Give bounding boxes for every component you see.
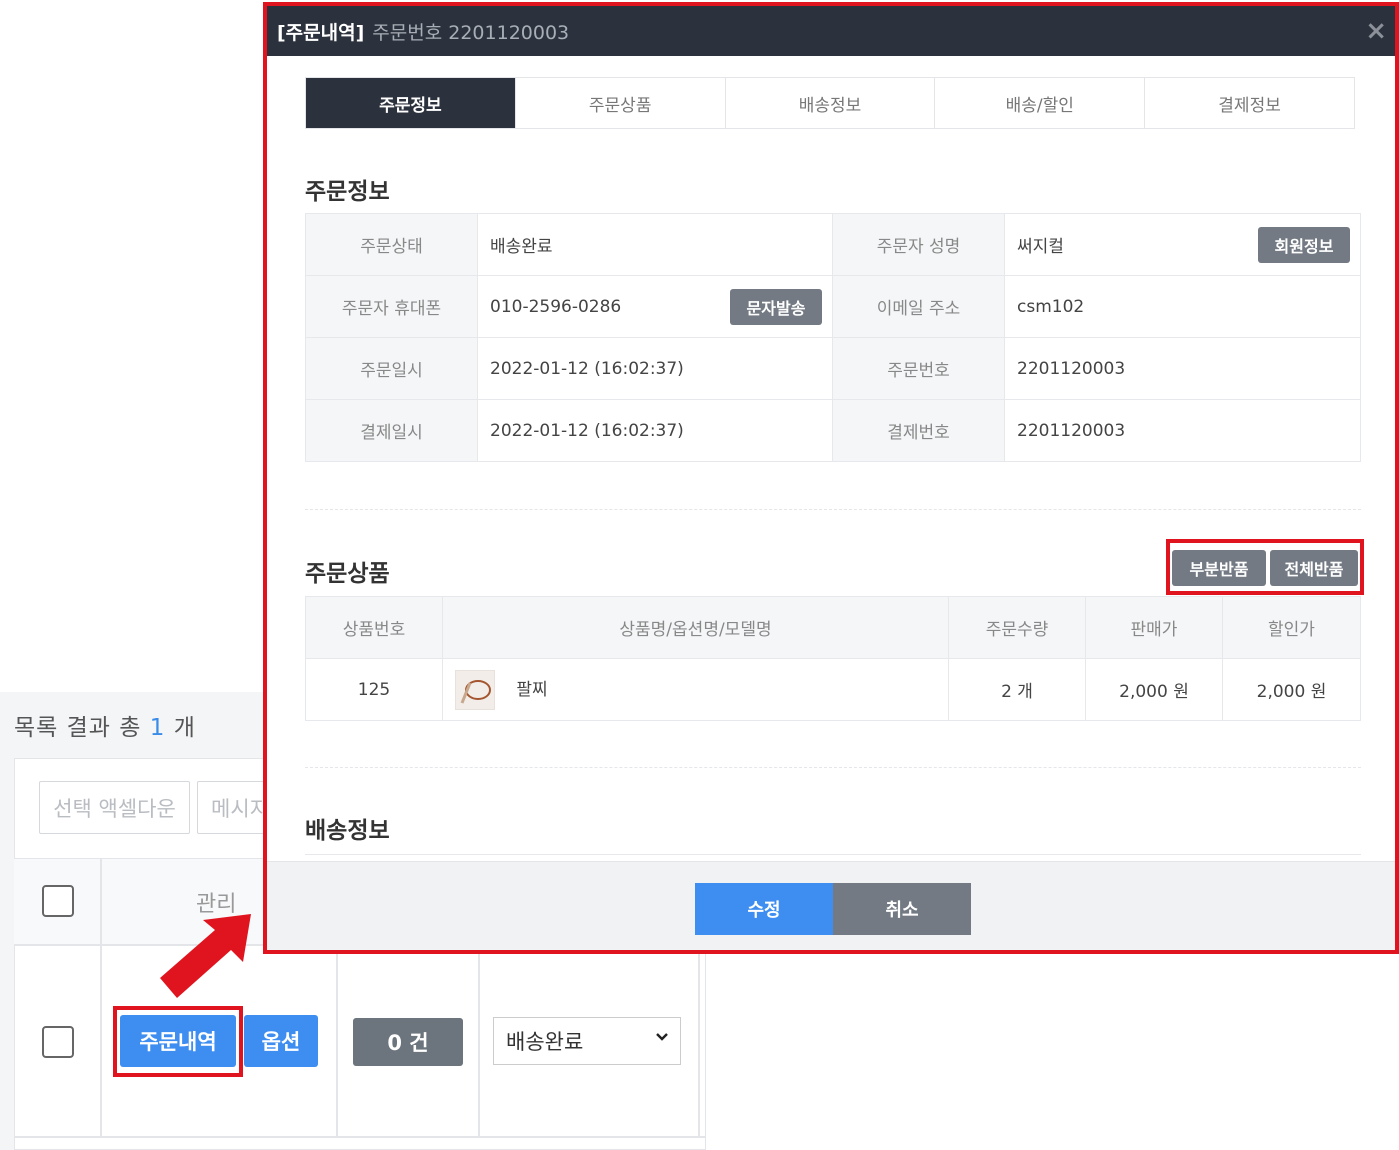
row-checkbox[interactable] <box>42 1026 74 1058</box>
product-thumbnail[interactable] <box>455 669 495 710</box>
modal-header: [주문내역] 주문번호 2201120003 × <box>267 6 1395 56</box>
highlight-return-buttons <box>1166 539 1364 595</box>
orderer-phone-label: 주문자 휴대폰 <box>305 275 478 338</box>
order-detail-modal: [주문내역] 주문번호 2201120003 × 주문정보 주문상품 배송정보 … <box>263 2 1399 954</box>
table-row: 주문상태 배송완료 주문자 성명 써지컬 회원정보 <box>305 213 1361 276</box>
tab-order-info[interactable]: 주문정보 <box>306 78 516 128</box>
result-count-value: 1 <box>149 715 166 741</box>
order-info-table: 주문상태 배송완료 주문자 성명 써지컬 회원정보 주문자 휴대폰 010-25… <box>305 213 1361 462</box>
row-divider <box>14 1136 706 1138</box>
product-name: 팔찌 <box>516 679 548 700</box>
payment-number-value: 2201120003 <box>1004 399 1361 462</box>
table-header-row: 상품번호 상품명/옵션명/모델명 주문수량 판매가 할인가 <box>305 596 1361 659</box>
modal-title: [주문내역] <box>277 21 365 44</box>
order-date-value: 2022-01-12 (16:02:37) <box>477 337 833 400</box>
column-header: 판매가 <box>1085 596 1223 659</box>
select-all-checkbox[interactable] <box>42 885 74 917</box>
product-discount-price: 2,000 원 <box>1222 658 1361 721</box>
table-row: 주문자 휴대폰 010-2596-0286 문자발송 이메일 주소 csm102 <box>305 275 1361 338</box>
shipping-info-title: 배송정보 <box>305 818 390 844</box>
column-divider <box>100 858 102 1138</box>
send-sms-button[interactable]: 문자발송 <box>730 289 822 325</box>
column-header: 상품명/옵션명/모델명 <box>442 596 949 659</box>
column-header: 할인가 <box>1222 596 1361 659</box>
order-status-label: 주문상태 <box>305 213 478 276</box>
product-quantity: 2 개 <box>948 658 1086 721</box>
column-divider <box>698 946 700 1138</box>
section-divider <box>305 509 1361 510</box>
close-icon[interactable]: × <box>1365 16 1387 46</box>
excel-download-button[interactable]: 선택 액셀다운 <box>39 781 190 834</box>
order-number-value: 2201120003 <box>1004 337 1361 400</box>
order-products-title: 주문상품 <box>305 561 390 587</box>
status-select-value: 배송완료 <box>506 1030 584 1054</box>
modal-tabs: 주문정보 주문상품 배송정보 배송/할인 결제정보 <box>305 77 1355 129</box>
status-select[interactable]: 배송완료 <box>493 1017 681 1065</box>
orderer-name-cell: 써지컬 회원정보 <box>1004 213 1361 276</box>
table-row: 125 팔찌 2 개 2,000 원 2,000 원 <box>305 658 1361 721</box>
payment-date-value: 2022-01-12 (16:02:37) <box>477 399 833 462</box>
orderer-phone-value: 010-2596-0286 <box>490 296 622 317</box>
annotation-arrow-icon <box>160 914 251 998</box>
tab-shipping-discount[interactable]: 배송/할인 <box>935 78 1146 128</box>
option-button[interactable]: 옵션 <box>244 1015 318 1067</box>
payment-number-label: 결제번호 <box>832 399 1005 462</box>
column-divider <box>478 946 480 1138</box>
order-info-title: 주문정보 <box>305 179 390 205</box>
result-count: 목록 결과 총 1 개 <box>14 708 196 742</box>
orderer-phone-cell: 010-2596-0286 문자발송 <box>477 275 833 338</box>
column-header: 상품번호 <box>305 596 443 659</box>
tab-order-products[interactable]: 주문상품 <box>515 78 726 128</box>
tab-shipping-info[interactable]: 배송정보 <box>725 78 936 128</box>
section-divider <box>305 767 1361 768</box>
order-status-value: 배송완료 <box>477 213 833 276</box>
cancel-button[interactable]: 취소 <box>833 883 971 935</box>
highlight-order-button <box>113 1006 243 1077</box>
member-info-button[interactable]: 회원정보 <box>1258 227 1350 263</box>
result-count-suffix: 개 <box>173 715 196 741</box>
chevron-down-icon <box>654 1028 670 1049</box>
orderer-name-value: 써지컬 <box>1017 237 1064 257</box>
product-number: 125 <box>305 658 443 721</box>
payment-date-label: 결제일시 <box>305 399 478 462</box>
table-row: 주문일시 2022-01-12 (16:02:37) 주문번호 22011200… <box>305 337 1361 400</box>
count-badge-button[interactable]: 0 건 <box>353 1018 463 1066</box>
order-number-label: 주문번호 <box>832 337 1005 400</box>
product-price: 2,000 원 <box>1085 658 1223 721</box>
save-button[interactable]: 수정 <box>695 883 833 935</box>
order-products-table: 상품번호 상품명/옵션명/모델명 주문수량 판매가 할인가 125 팔찌 2 개… <box>305 596 1361 721</box>
product-name-cell: 팔찌 <box>442 658 949 721</box>
modal-subtitle: 주문번호 2201120003 <box>372 21 570 44</box>
tab-payment-info[interactable]: 결제정보 <box>1145 78 1354 128</box>
column-divider <box>336 946 338 1138</box>
email-value: csm102 <box>1004 275 1361 338</box>
table-row: 결제일시 2022-01-12 (16:02:37) 결제번호 22011200… <box>305 399 1361 462</box>
orderer-name-label: 주문자 성명 <box>832 213 1005 276</box>
column-header: 주문수량 <box>948 596 1086 659</box>
email-label: 이메일 주소 <box>832 275 1005 338</box>
order-date-label: 주문일시 <box>305 337 478 400</box>
result-count-prefix: 목록 결과 총 <box>14 715 142 741</box>
